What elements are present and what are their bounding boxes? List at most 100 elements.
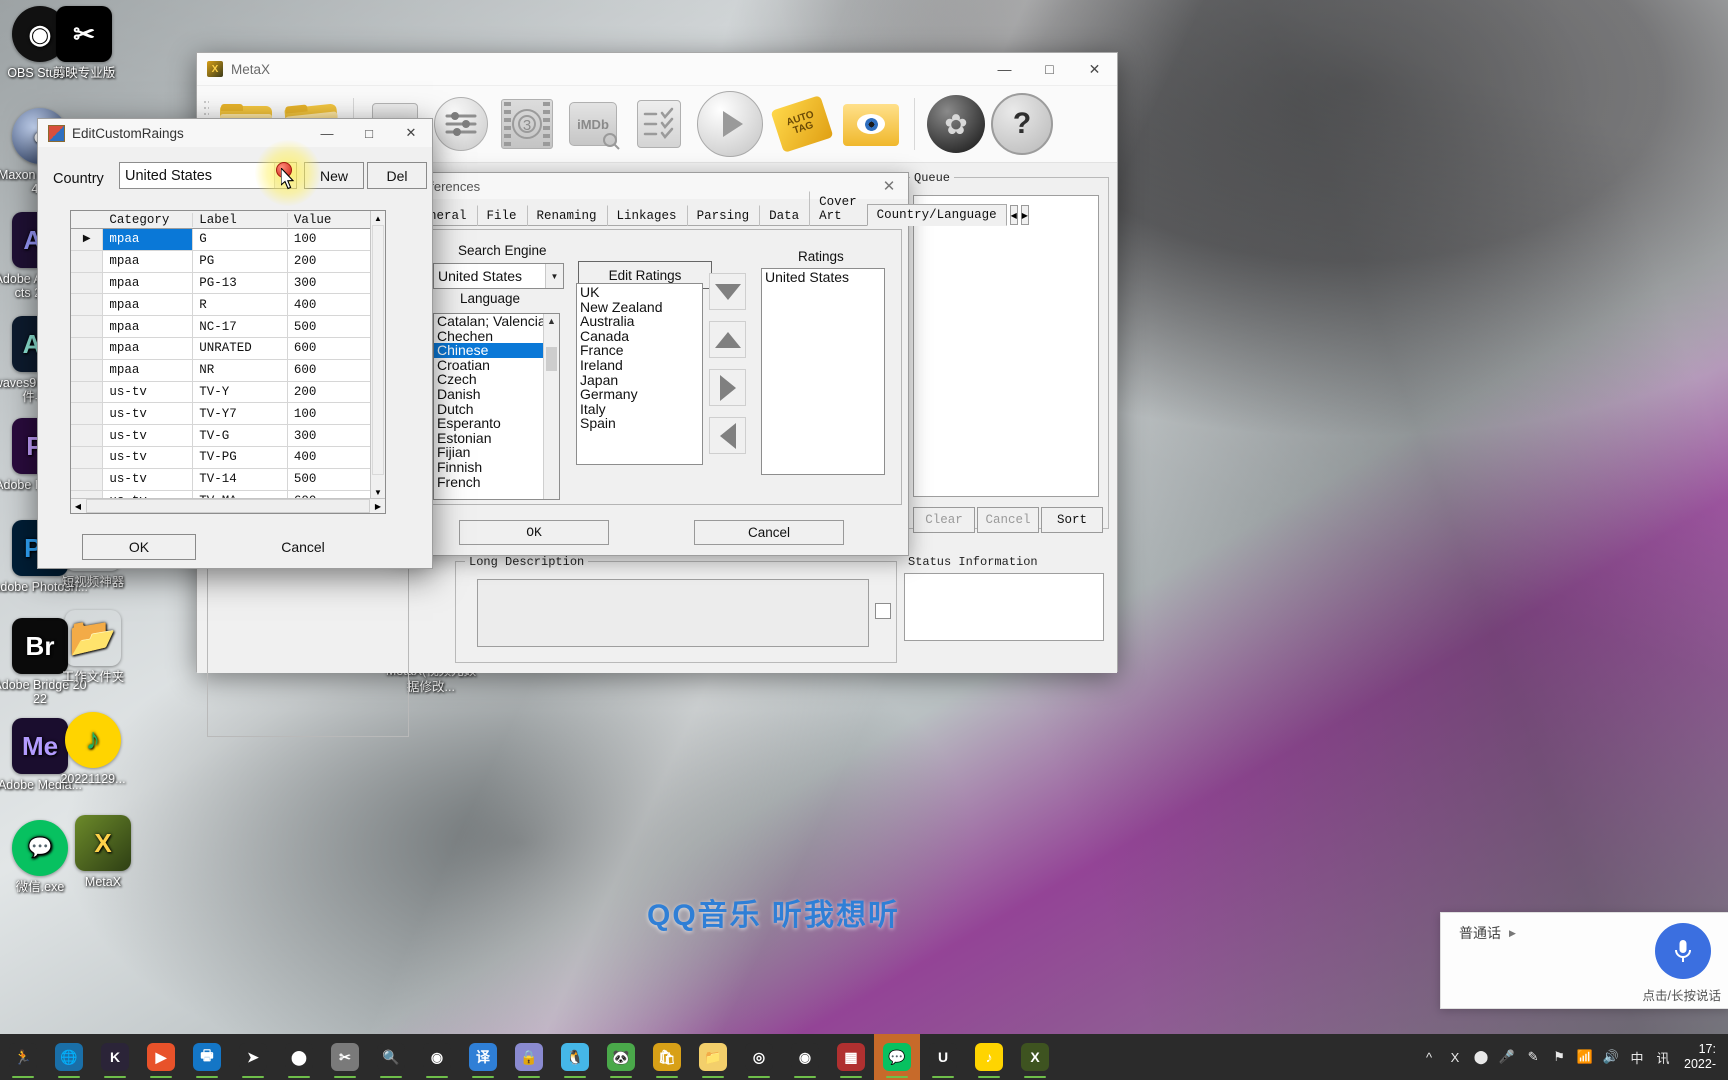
taskbar-browser-button[interactable]: ◉ <box>782 1034 828 1080</box>
tray-ime-icon[interactable]: 中 <box>1624 1034 1650 1080</box>
ecr-cancel-button[interactable]: Cancel <box>246 534 360 560</box>
category-cell[interactable]: mpaa <box>103 337 194 359</box>
language-list-item[interactable]: Chechen <box>434 328 544 344</box>
taskbar-tencent-button[interactable]: 🐧 <box>552 1034 598 1080</box>
category-cell[interactable]: mpaa <box>103 272 194 294</box>
preferences-button[interactable] <box>430 91 492 157</box>
country-list-item[interactable]: Italy <box>577 402 702 417</box>
value-cell[interactable]: 200 <box>288 250 372 272</box>
row-marker-cell[interactable] <box>71 337 104 359</box>
value-cell[interactable]: 300 <box>288 425 372 446</box>
rating-list-item[interactable]: United States <box>762 270 884 285</box>
label-cell[interactable]: NC-17 <box>193 316 288 337</box>
category-cell[interactable]: us-tv <box>103 381 194 403</box>
move-up-button[interactable] <box>709 321 746 358</box>
taskbar-video-button[interactable]: ▶ <box>138 1034 184 1080</box>
table-row[interactable]: us-tv TV-Y 200 <box>71 381 372 404</box>
sort-button[interactable]: Sort <box>1041 507 1103 533</box>
taskbar-clock[interactable]: 17: 2022- <box>1676 1042 1722 1072</box>
value-cell[interactable]: 500 <box>288 468 372 490</box>
cancel-queue-button[interactable]: Cancel <box>977 507 1039 533</box>
help-button[interactable]: ? <box>991 91 1053 157</box>
taskbar-store-button[interactable]: 🛍 <box>644 1034 690 1080</box>
tab-parsing[interactable]: Parsing <box>686 205 760 226</box>
table-row[interactable]: us-tv TV-Y7 100 <box>71 403 372 426</box>
grid-h-thumb[interactable] <box>86 499 370 513</box>
language-list-item[interactable]: Danish <box>434 387 544 402</box>
language-list-item[interactable]: Czech <box>434 372 544 387</box>
label-cell[interactable]: TV-G <box>193 425 288 446</box>
preferences-cancel-button[interactable]: Cancel <box>694 520 844 545</box>
desktop-icon-metax[interactable]: X MetaX <box>55 815 151 889</box>
queue-list[interactable] <box>913 195 1099 497</box>
taskbar-search-button[interactable]: 🏃 <box>0 1034 46 1080</box>
long-description-expand-button[interactable] <box>875 603 891 619</box>
table-row[interactable]: mpaa NR 600 <box>71 359 372 382</box>
value-cell[interactable]: 200 <box>288 381 372 403</box>
grid-v-thumb[interactable] <box>372 225 384 475</box>
row-marker-cell[interactable] <box>71 272 104 294</box>
taskbar-cortana-button[interactable]: 🌐 <box>46 1034 92 1080</box>
watch-folder-button[interactable] <box>838 91 904 157</box>
tab-renaming[interactable]: Renaming <box>526 205 607 226</box>
table-row[interactable]: us-tv TV-PG 400 <box>71 446 372 469</box>
label-cell[interactable]: TV-PG <box>193 446 288 468</box>
table-row[interactable]: us-tv TV-14 500 <box>71 468 372 491</box>
table-row[interactable]: ▶ mpaa G 100 <box>71 229 372 251</box>
value-cell[interactable]: 400 <box>288 294 372 316</box>
add-right-button[interactable] <box>709 369 746 406</box>
row-marker-cell[interactable] <box>71 381 104 403</box>
auto-tag-button[interactable]: AUTO TAG <box>770 91 834 157</box>
row-marker-cell[interactable]: ▶ <box>71 229 104 250</box>
label-cell[interactable]: TV-Y7 <box>193 403 288 425</box>
country-list-item[interactable]: Canada <box>577 329 702 344</box>
microphone-icon[interactable] <box>1655 923 1711 979</box>
ecr-close-button[interactable]: ✕ <box>390 120 432 147</box>
tray-pen-icon[interactable]: ✎ <box>1520 1034 1546 1080</box>
row-marker-cell[interactable] <box>71 359 104 381</box>
language-list-item[interactable]: Catalan; Valencian <box>434 314 553 329</box>
chevron-right-icon[interactable]: ▶ <box>1509 928 1516 939</box>
taskbar-wechat-button[interactable]: 💬 <box>874 1034 920 1080</box>
table-row[interactable]: mpaa PG 200 <box>71 250 372 273</box>
taskbar-send-button[interactable]: ➤ <box>230 1034 276 1080</box>
table-row[interactable]: mpaa NC-17 500 <box>71 316 372 338</box>
label-cell[interactable]: NR <box>193 359 288 381</box>
scroll-up-icon[interactable]: ▲ <box>371 211 385 225</box>
table-row[interactable]: mpaa R 400 <box>71 294 372 317</box>
taskbar-translate-button[interactable]: 译 <box>460 1034 506 1080</box>
tab-linkages[interactable]: Linkages <box>606 205 687 226</box>
row-marker-cell[interactable] <box>71 294 104 316</box>
taskbar-winrar-button[interactable]: ▦ <box>828 1034 874 1080</box>
available-countries-listbox[interactable]: UK New Zealand Australia Canada France Irelan… <box>576 283 703 465</box>
tray-metax-icon[interactable]: X <box>1442 1034 1468 1080</box>
ecr-maximize-button[interactable]: □ <box>348 120 390 147</box>
scroll-left-icon[interactable]: ◀ <box>71 500 85 513</box>
grid-column-header[interactable]: Value <box>288 212 372 227</box>
long-description-input[interactable] <box>477 579 869 647</box>
taskbar-printer-button[interactable]: 🖶 <box>184 1034 230 1080</box>
row-marker-cell[interactable] <box>71 468 104 490</box>
category-cell[interactable]: mpaa <box>103 359 194 381</box>
value-cell[interactable]: 400 <box>288 446 372 468</box>
tray-flag-icon[interactable]: ⚑ <box>1546 1034 1572 1080</box>
scroll-down-icon[interactable]: ▼ <box>371 485 385 499</box>
tab-scroll-left-button[interactable]: ◀ <box>1009 205 1018 225</box>
category-cell[interactable]: us-tv <box>103 468 194 490</box>
language-list-item[interactable]: Finnish <box>434 460 544 475</box>
country-list-item[interactable]: Spain <box>577 416 702 431</box>
language-list-item[interactable]: French <box>434 474 544 490</box>
clear-button[interactable]: Clear <box>913 507 975 533</box>
value-cell[interactable]: 500 <box>288 316 372 337</box>
tray-record-icon[interactable]: ⬤ <box>1468 1034 1494 1080</box>
category-cell[interactable]: mpaa <box>103 316 194 337</box>
ratings-listbox[interactable]: United States <box>761 268 885 475</box>
row-marker-cell[interactable] <box>71 316 104 337</box>
film-button[interactable]: 3 <box>496 91 558 157</box>
taskbar-search2-button[interactable]: 🔍 <box>368 1034 414 1080</box>
label-cell[interactable]: R <box>193 294 288 316</box>
row-marker-cell[interactable] <box>71 403 104 425</box>
status-information-box[interactable] <box>904 573 1104 641</box>
taskbar-k-editor-button[interactable]: K <box>92 1034 138 1080</box>
language-list-item[interactable]: Esperanto <box>434 416 544 431</box>
